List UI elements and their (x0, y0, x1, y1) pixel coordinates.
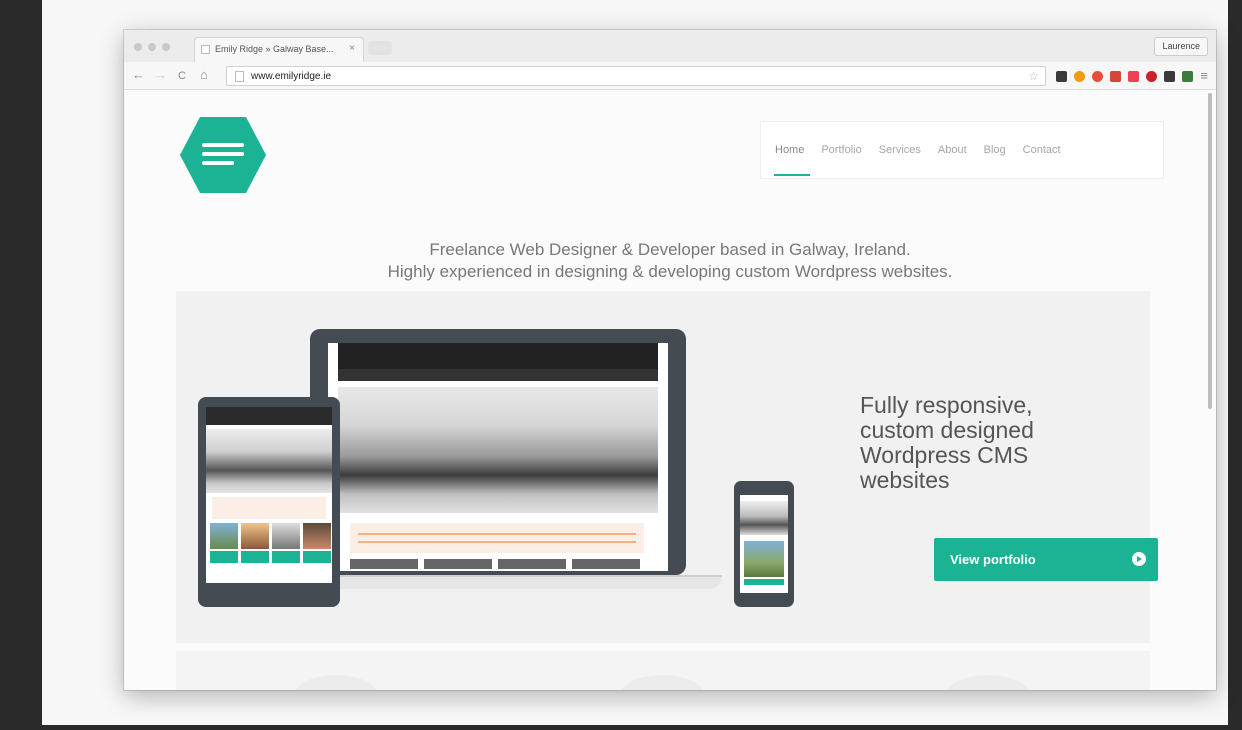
tablet-intro-box (212, 497, 326, 519)
phone-photo (744, 541, 784, 577)
nav-item-blog[interactable]: Blog (984, 144, 1006, 156)
close-tab-icon[interactable]: × (349, 43, 355, 54)
phone-teal-bar (744, 579, 784, 585)
next-section (176, 651, 1150, 690)
maximize-window-icon[interactable] (162, 43, 170, 51)
orange-square-icon[interactable] (1074, 71, 1085, 82)
page-viewport: Home Portfolio Services About Blog Contact Fr… (124, 91, 1216, 690)
tablet-header (206, 407, 332, 425)
mini-nav (338, 369, 658, 381)
mountain-image (338, 387, 658, 513)
hero-heading: Fully responsive, custom designed Wordpr… (860, 392, 1034, 493)
mini-thumbnails (350, 559, 640, 569)
minimize-window-icon[interactable] (148, 43, 156, 51)
view-portfolio-button[interactable]: View portfolio (934, 538, 1158, 581)
screen-frame: Emily Ridge » Galway Base... × Laurence … (42, 0, 1228, 725)
url-text: www.emilyridge.ie (251, 71, 332, 82)
tab-strip: Emily Ridge » Galway Base... × Laurence (124, 30, 1216, 62)
mini-intro-box (350, 523, 644, 553)
tagline-line-2: Highly experienced in designing & develo… (387, 262, 953, 281)
bookmark-star-icon[interactable]: ☆ (1028, 69, 1039, 83)
nav-item-portfolio[interactable]: Portfolio (821, 144, 861, 156)
hexagon-logo-icon[interactable] (178, 115, 268, 195)
laptop-screen (328, 343, 668, 571)
laptop-mockup (310, 329, 686, 575)
tablet-teal-bars (210, 551, 331, 563)
profile-button[interactable]: Laurence (1154, 37, 1208, 56)
main-nav: Home Portfolio Services About Blog Contact (760, 121, 1164, 179)
service-icon-placeholder (294, 675, 378, 690)
service-icon-placeholder (620, 675, 704, 690)
address-bar[interactable]: www.emilyridge.ie ☆ (226, 66, 1046, 86)
home-icon[interactable]: ⌂ (200, 68, 208, 82)
new-tab-button[interactable] (368, 41, 392, 55)
chat-icon[interactable] (1182, 71, 1193, 82)
laptop-base (274, 575, 722, 589)
back-icon[interactable]: ← (132, 68, 145, 82)
browser-tab[interactable]: Emily Ridge » Galway Base... × (194, 37, 364, 62)
phone-mockup (734, 481, 794, 607)
tablet-screen (206, 407, 332, 583)
opera-icon[interactable] (1092, 71, 1103, 82)
nav-item-home[interactable]: Home (775, 144, 804, 156)
gmail-icon[interactable] (1110, 71, 1121, 82)
pinterest-icon[interactable] (1146, 71, 1157, 82)
pocket-icon[interactable] (1128, 71, 1139, 82)
forward-icon[interactable]: → (154, 68, 167, 82)
tagline-line-1: Freelance Web Designer & Developer based… (429, 240, 911, 259)
nav-item-contact[interactable]: Contact (1023, 144, 1061, 156)
browser-toolbar: ← → C ⌂ www.emilyridge.ie ☆ ≡ (124, 62, 1216, 90)
evernote-icon[interactable] (1164, 71, 1175, 82)
browser-window: Emily Ridge » Galway Base... × Laurence … (124, 30, 1216, 690)
layers-icon[interactable] (1056, 71, 1067, 82)
nav-item-about[interactable]: About (938, 144, 967, 156)
page-favicon-icon (201, 45, 210, 54)
view-portfolio-label: View portfolio (950, 552, 1036, 567)
nav-item-services[interactable]: Services (879, 144, 921, 156)
tablet-mountain-image (206, 429, 332, 493)
arrow-circle-icon (1132, 552, 1146, 566)
hero-section: Fully responsive, custom designed Wordpr… (176, 291, 1158, 643)
window-controls (134, 43, 170, 51)
page-icon (235, 71, 244, 82)
mini-header (338, 343, 658, 369)
menu-icon[interactable]: ≡ (1200, 68, 1208, 83)
close-window-icon[interactable] (134, 43, 142, 51)
phone-screen (740, 495, 788, 593)
service-icon-placeholder (946, 675, 1030, 690)
active-nav-underline (774, 174, 810, 176)
tablet-mockup (198, 397, 340, 607)
tab-title: Emily Ridge » Galway Base... (215, 44, 334, 54)
reload-icon[interactable]: C (178, 69, 186, 83)
phone-mountain-image (740, 501, 788, 535)
tagline: Freelance Web Designer & Developer based… (124, 239, 1216, 283)
tablet-photos (210, 523, 331, 549)
